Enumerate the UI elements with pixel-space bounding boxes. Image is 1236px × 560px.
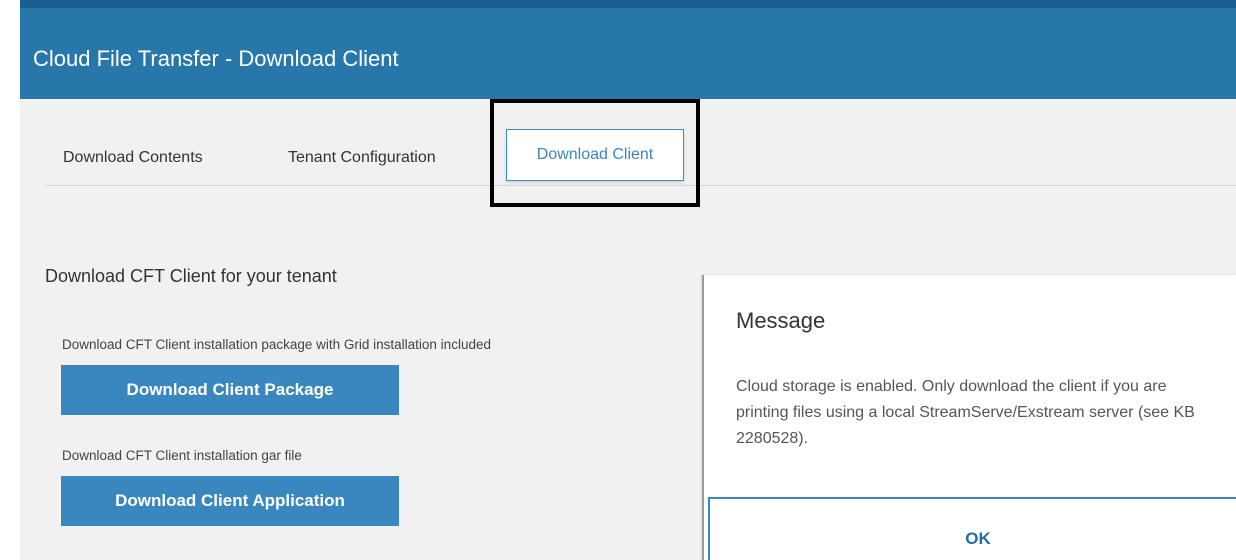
app-header: Cloud File Transfer - Download Client [20, 8, 1236, 99]
section-title: Download CFT Client for your tenant [45, 266, 337, 286]
page-title: Cloud File Transfer - Download Client [33, 46, 399, 71]
tab-tenant-configuration[interactable]: Tenant Configuration [288, 149, 436, 167]
main-content: Download Contents Tenant Configuration D… [20, 99, 1236, 560]
left-margin [0, 0, 20, 560]
download-client-application-button[interactable]: Download Client Application [61, 476, 399, 526]
tab-highlight-box [490, 99, 700, 207]
header-top-edge [20, 0, 1236, 8]
dialog-message: Cloud storage is enabled. Only download … [736, 378, 1195, 447]
download-client-package-button[interactable]: Download Client Package [61, 365, 399, 415]
package-description: Download CFT Client installation package… [62, 337, 491, 352]
ok-button[interactable]: OK [708, 497, 1236, 560]
application-description: Download CFT Client installation gar fil… [62, 448, 302, 463]
tab-download-contents[interactable]: Download Contents [63, 149, 203, 167]
message-dialog: Message Cloud storage is enabled. Only d… [702, 275, 1236, 560]
dialog-title: Message [736, 308, 826, 333]
